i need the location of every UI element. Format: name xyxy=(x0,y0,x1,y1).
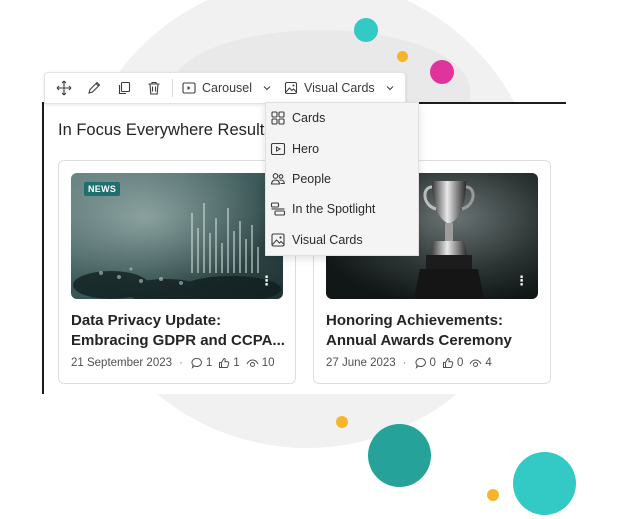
view-count-value: 10 xyxy=(261,357,275,369)
visual-cards-icon xyxy=(284,81,298,95)
edit-button[interactable] xyxy=(79,73,109,103)
cards-icon xyxy=(271,111,285,125)
menu-item-people[interactable]: People xyxy=(266,164,418,194)
delete-icon xyxy=(148,81,160,95)
carousel-icon xyxy=(182,82,196,94)
duplicate-button[interactable] xyxy=(109,73,139,103)
hero-icon xyxy=(270,142,286,155)
people-icon xyxy=(270,173,285,185)
menu-item-in-the-spotlight[interactable]: In the Spotlight xyxy=(266,194,418,224)
decor-dot-orange-top xyxy=(397,51,408,62)
visual-cards-icon xyxy=(271,233,285,247)
card-style-dropdown-label: Visual Cards xyxy=(304,81,375,95)
card-date: 27 June 2023 xyxy=(326,357,396,369)
news-card[interactable]: NEWS ⋮ Data Privacy Update: Embracing GD… xyxy=(58,160,296,384)
chevron-down-icon xyxy=(263,86,271,91)
move-button[interactable] xyxy=(49,73,79,103)
comment-count: 1 xyxy=(191,357,212,369)
card-title-line-2: Embracing GDPR and CCPA... xyxy=(71,332,285,349)
menu-item-label: People xyxy=(292,171,331,186)
card-style-menu: Cards Hero People In the Spotlight Visua… xyxy=(265,102,419,256)
card-title-line-1: Honoring Achievements: xyxy=(326,312,503,329)
menu-item-hero[interactable]: Hero xyxy=(266,133,418,163)
card-thumbnail[interactable]: NEWS ⋮ xyxy=(71,173,283,299)
duplicate-icon xyxy=(118,81,131,95)
like-count-value: 0 xyxy=(456,357,464,369)
decor-dot-teal-bottom xyxy=(513,452,576,515)
view-count: 10 xyxy=(246,357,275,369)
layout-dropdown[interactable]: Carousel xyxy=(176,73,278,103)
comment-count-value: 0 xyxy=(429,357,436,369)
card-title-line-2: Annual Awards Ceremony xyxy=(326,332,512,349)
card-style-dropdown[interactable]: Visual Cards xyxy=(278,73,401,103)
decor-dot-pink xyxy=(430,60,454,84)
card-meta: 21 September 2023 · 1 1 10 xyxy=(71,357,274,369)
menu-item-cards[interactable]: Cards xyxy=(266,103,418,133)
eye-icon xyxy=(469,359,482,367)
section-title: In Focus Everywhere Results xyxy=(58,121,273,139)
decor-dot-orange-bottom xyxy=(487,489,499,501)
card-title-line-1: Data Privacy Update: xyxy=(71,312,222,329)
layout-dropdown-label: Carousel xyxy=(202,81,253,95)
eye-icon xyxy=(246,359,259,367)
spotlight-icon xyxy=(270,202,286,216)
card-date: 21 September 2023 xyxy=(71,357,173,369)
decor-dot-teal-top xyxy=(354,18,378,42)
decor-dot-dark-teal xyxy=(368,424,431,487)
meta-separator: · xyxy=(402,357,407,369)
move-icon xyxy=(56,80,72,96)
edit-icon xyxy=(88,81,101,94)
view-count-value: 4 xyxy=(485,357,492,369)
comment-icon xyxy=(415,357,426,369)
menu-item-visual-cards[interactable]: Visual Cards xyxy=(266,225,418,255)
card-title[interactable]: Data Privacy Update: Embracing GDPR and … xyxy=(71,311,287,351)
toolbar-divider xyxy=(172,79,173,97)
more-options-icon[interactable]: ⋮ xyxy=(515,274,528,287)
meta-separator: · xyxy=(179,357,183,369)
news-badge: NEWS xyxy=(84,182,121,196)
like-count: 1 xyxy=(218,357,240,369)
web-part-toolbar: Carousel Visual Cards xyxy=(44,72,406,104)
card-meta: 27 June 2023 · 0 0 4 xyxy=(326,357,492,369)
like-count-value: 1 xyxy=(233,357,240,369)
like-icon xyxy=(442,357,454,368)
like-count: 0 xyxy=(442,357,463,369)
menu-item-label: Visual Cards xyxy=(292,232,363,247)
view-count: 4 xyxy=(469,357,492,369)
comment-icon xyxy=(191,357,202,369)
more-options-icon[interactable]: ⋮ xyxy=(260,274,273,287)
delete-button[interactable] xyxy=(139,73,169,103)
decor-dot-orange-mid xyxy=(336,416,348,428)
like-icon xyxy=(219,357,230,368)
comment-count-value: 1 xyxy=(205,357,213,369)
comment-count: 0 xyxy=(415,357,436,369)
chevron-down-icon xyxy=(386,86,394,91)
menu-item-label: In the Spotlight xyxy=(292,202,376,217)
card-title[interactable]: Honoring Achievements: Annual Awards Cer… xyxy=(326,311,542,351)
menu-item-label: Hero xyxy=(292,141,320,156)
menu-item-label: Cards xyxy=(292,111,326,126)
